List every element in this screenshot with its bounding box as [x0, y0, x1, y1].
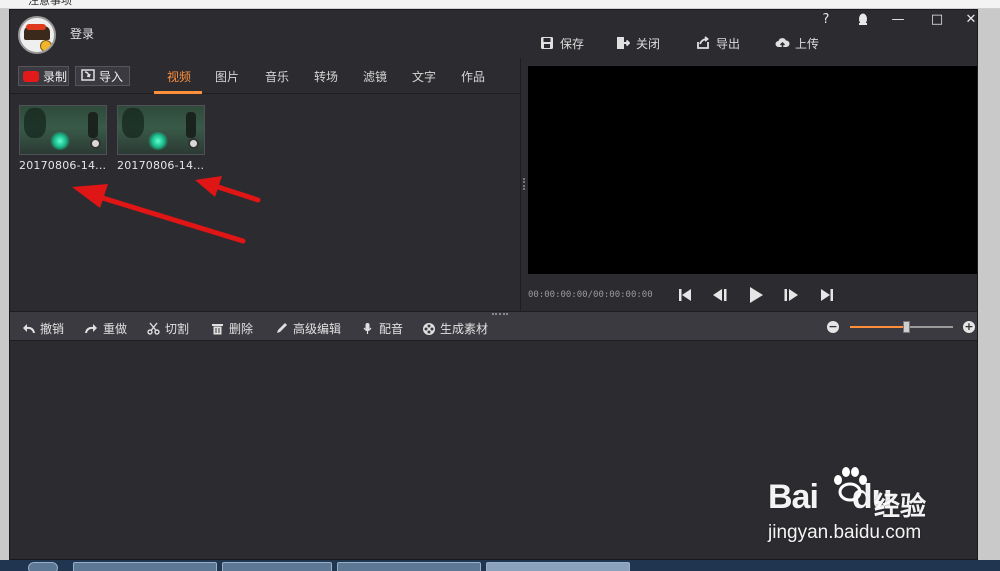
cut-label: 切割 — [165, 322, 190, 336]
upload-button[interactable]: 上传 — [775, 34, 819, 52]
video-thumbnail — [117, 105, 205, 155]
delete-label: 删除 — [229, 322, 254, 336]
media-library-panel: 录制 导入 视频 图片 音乐 转场 滤镜 文字 作品 20170806-14..… — [10, 58, 520, 311]
taskbar-item[interactable] — [73, 562, 217, 571]
exit-icon — [616, 36, 631, 50]
taskbar-item-active[interactable] — [486, 562, 630, 571]
panel-splitter[interactable] — [520, 58, 528, 311]
media-item[interactable]: 20170806-14... — [19, 105, 107, 172]
record-label: 录制 — [43, 69, 68, 84]
tab-images[interactable]: 图片 — [215, 68, 239, 85]
title-bar: 登录 ? — □ ✕ 保存 关闭 导出 上传 — [10, 10, 977, 58]
upload-icon — [775, 36, 790, 50]
close-project-button[interactable]: 关闭 — [616, 34, 660, 52]
tab-works[interactable]: 作品 — [461, 68, 485, 85]
horizontal-splitter-grip[interactable] — [492, 313, 508, 316]
export-label: 导出 — [716, 36, 741, 51]
import-icon — [81, 68, 95, 84]
os-taskbar — [0, 560, 1000, 571]
app-logo-avatar[interactable] — [18, 16, 56, 54]
play-icon[interactable] — [747, 286, 765, 304]
redo-label: 重做 — [103, 322, 128, 336]
tab-transitions[interactable]: 转场 — [314, 68, 338, 85]
timeline-area[interactable] — [10, 341, 977, 559]
close-project-label: 关闭 — [636, 36, 661, 51]
tab-filters[interactable]: 滤镜 — [363, 68, 387, 85]
film-reel-icon — [422, 322, 435, 335]
media-item[interactable]: 20170806-14... — [117, 105, 205, 172]
record-camera-icon — [23, 70, 39, 82]
advanced-edit-label: 高级编辑 — [293, 322, 342, 336]
zoom-out-button[interactable]: − — [827, 321, 839, 333]
tab-video[interactable]: 视频 — [167, 68, 191, 85]
save-icon — [540, 36, 554, 50]
zoom-in-button[interactable]: + — [963, 321, 975, 333]
generate-material-button[interactable]: 生成素材 — [422, 320, 488, 337]
pen-icon — [275, 322, 288, 335]
background-window-strip: 注意事项 — [0, 0, 1000, 9]
microphone-icon — [361, 322, 374, 335]
active-tab-indicator — [154, 91, 202, 94]
save-label: 保存 — [560, 36, 585, 51]
zoom-slider-fill — [850, 326, 907, 328]
import-button[interactable]: 导入 — [75, 66, 130, 86]
video-preview-area[interactable] — [528, 66, 977, 274]
help-button[interactable]: ? — [813, 12, 839, 28]
advanced-edit-button[interactable]: 高级编辑 — [275, 320, 341, 337]
step-back-icon[interactable] — [711, 286, 729, 304]
generate-material-label: 生成素材 — [440, 322, 489, 336]
edit-toolbar: 撤销 重做 切割 删除 高级编辑 配音 生成素材 − + — [10, 311, 977, 341]
redo-button[interactable]: 重做 — [85, 320, 127, 337]
cut-button[interactable]: 切割 — [147, 320, 189, 337]
qq-penguin-icon[interactable] — [850, 12, 876, 28]
close-window-button[interactable]: ✕ — [958, 12, 977, 28]
skip-start-icon[interactable] — [676, 286, 694, 304]
minimize-button[interactable]: — — [885, 12, 911, 28]
step-forward-icon[interactable] — [782, 286, 800, 304]
export-button[interactable]: 导出 — [696, 34, 740, 52]
scissors-icon — [147, 322, 160, 335]
undo-button[interactable]: 撤销 — [22, 320, 64, 337]
redo-icon — [85, 322, 98, 335]
tab-music[interactable]: 音乐 — [265, 68, 289, 85]
video-thumbnail — [19, 105, 107, 155]
media-item-caption: 20170806-14... — [117, 159, 205, 172]
zoom-slider-thumb[interactable] — [902, 321, 910, 333]
trash-icon — [211, 322, 224, 335]
dubbing-label: 配音 — [379, 322, 404, 336]
undo-icon — [22, 322, 35, 335]
media-tab-bar: 录制 导入 视频 图片 音乐 转场 滤镜 文字 作品 — [10, 58, 520, 94]
background-window-title: 注意事项 — [28, 0, 72, 7]
save-button[interactable]: 保存 — [540, 34, 584, 52]
skip-end-icon[interactable] — [818, 286, 836, 304]
export-icon — [696, 36, 710, 50]
media-item-caption: 20170806-14... — [19, 159, 107, 172]
login-link[interactable]: 登录 — [70, 25, 94, 42]
tab-text[interactable]: 文字 — [412, 68, 436, 85]
record-button[interactable]: 录制 — [18, 66, 69, 86]
zoom-slider[interactable] — [850, 321, 953, 333]
taskbar-item[interactable] — [337, 562, 481, 571]
timecode-display: 00:00:00:00/00:00:00:00 — [528, 290, 653, 300]
start-orb[interactable] — [28, 562, 58, 571]
undo-label: 撤销 — [40, 322, 65, 336]
import-label: 导入 — [99, 69, 124, 84]
delete-button[interactable]: 删除 — [211, 320, 253, 337]
video-editor-window: 登录 ? — □ ✕ 保存 关闭 导出 上传 录制 导入 视频 图片 音乐 转场… — [9, 9, 978, 560]
maximize-button[interactable]: □ — [924, 12, 950, 28]
dubbing-button[interactable]: 配音 — [361, 320, 403, 337]
taskbar-item[interactable] — [222, 562, 332, 571]
upload-label: 上传 — [795, 36, 820, 51]
